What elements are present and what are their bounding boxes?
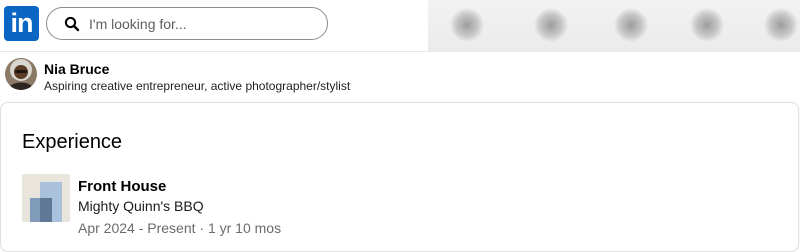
blurred-nav-icons	[428, 0, 800, 51]
search-box[interactable]	[46, 7, 328, 40]
profile-name[interactable]: Nia Bruce	[44, 61, 109, 77]
blurred-nav-icon	[534, 8, 568, 42]
job-title: Front House	[78, 178, 167, 195]
profile-header: Nia Bruce Aspiring creative entrepreneur…	[0, 52, 800, 100]
search-icon	[64, 16, 80, 32]
profile-headline: Aspiring creative entrepreneur, active p…	[44, 79, 351, 93]
linkedin-logo[interactable]: in	[4, 6, 39, 41]
blurred-nav-icon	[690, 8, 724, 42]
search-input[interactable]	[89, 15, 309, 32]
blurred-nav-icon	[614, 8, 648, 42]
experience-section: Experience Front House Mighty Quinn's BB…	[0, 102, 799, 252]
section-title: Experience	[22, 131, 123, 153]
blurred-nav-icon	[764, 8, 798, 42]
job-dates: Apr 2024 - Present · 1 yr 10 mos	[78, 220, 282, 236]
company-name[interactable]: Mighty Quinn's BBQ	[78, 198, 204, 214]
top-nav-bar: in	[0, 0, 800, 52]
company-logo-icon[interactable]	[22, 174, 70, 222]
avatar[interactable]	[5, 58, 37, 90]
blurred-nav-icon	[450, 8, 484, 42]
